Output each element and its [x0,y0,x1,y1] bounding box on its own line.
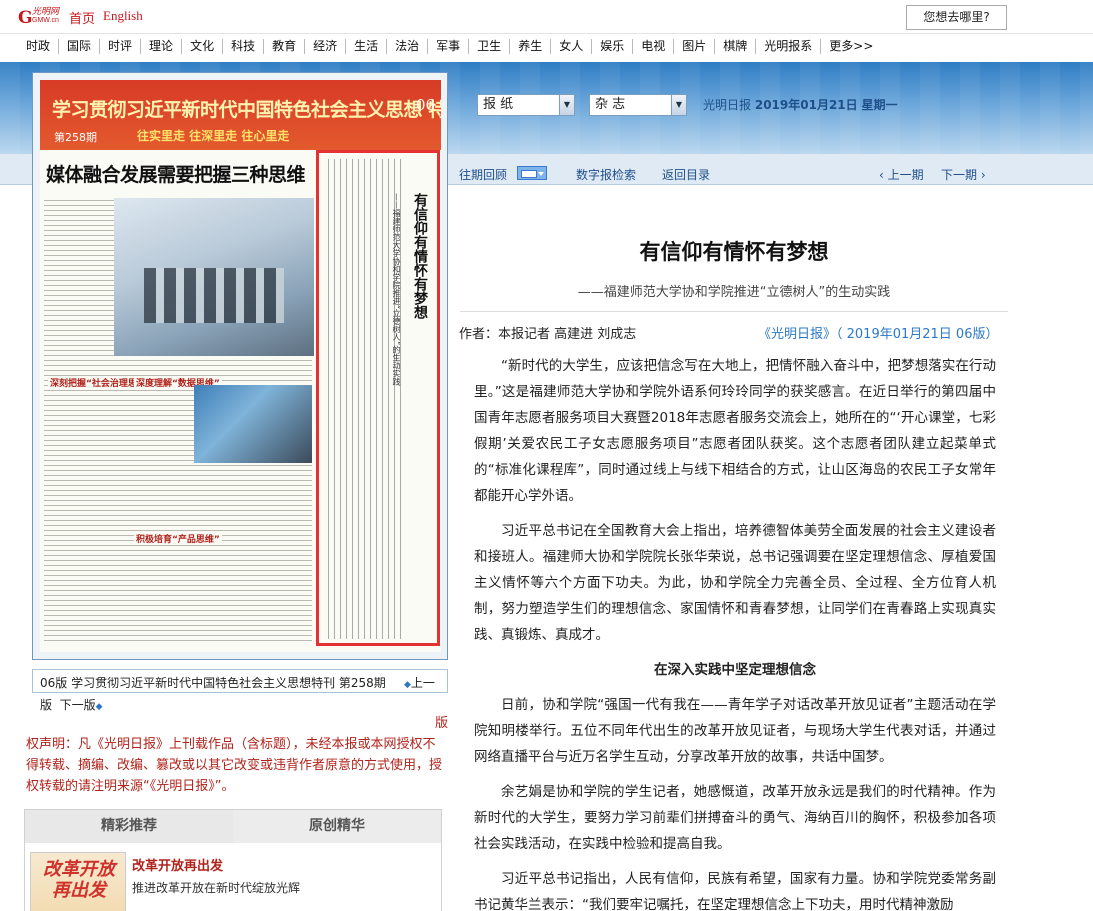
where-to-go-button[interactable]: 您想去哪里? [906,5,1007,30]
site-logo[interactable]: G 光明网 GMW.cn [18,6,62,28]
article-author: 作者：本报记者 高建进 刘成志 [459,327,637,342]
page-header-band: 学习贯彻习近平新时代中国特色社会主义思想 特刊 第258期 往实里走 往深里走 … [40,80,441,150]
next-issue-link[interactable]: 下一期 › [941,166,986,183]
page-photo-computer-lab [114,198,314,356]
article-body: “新时代的大学生，应该把信念写在大地上，把情怀融入奋斗中，把梦想落实在行动里。”… [474,353,996,911]
magazine-select-value: 杂 志 [595,97,626,112]
article-paragraph: 习近平总书记在全国教育大会上指出，培养德智体美劳全面发展的社会主义建设者和接班人… [474,523,996,643]
article-divider [460,311,1008,312]
prev-page-link[interactable]: ◆上一 [404,674,435,691]
nav-item[interactable]: 图片 [674,39,716,54]
logo-script: 光明网 [32,7,60,17]
nav-item[interactable]: 理论 [141,39,183,54]
recommend-item-desc: 推进改革开放在新时代绽放光辉 [132,881,301,895]
copyright-text: 权声明：凡《光明日报》上刊载作品（含标题），未经本报或本网授权不得转载、摘编、改… [26,737,443,794]
arrow-left-icon: ◆ [404,680,411,690]
issue-date-line: 光明日报 2019年01月21日 星期一 [703,96,898,113]
arrow-right-icon: ◆ [95,702,103,712]
nav-item[interactable]: 文化 [182,39,224,54]
nav-item[interactable]: 法治 [387,39,429,54]
chevron-down-icon: ▼ [671,95,686,115]
english-link[interactable]: English [103,8,143,24]
article-paragraph: “新时代的大学生，应该把信念写在大地上，把情怀融入奋斗中，把梦想落实在行动里。”… [474,358,996,504]
page-photo-student [194,385,312,463]
nav-list: 时政 国际 时评 理论 文化 科技 教育 经济 生活 法治 军事 卫生 养生 女人 娱乐 电视 图片 棋牌 光明报系… [26,39,881,54]
copyright-notice: 版 权声明：凡《光明日报》上刊载作品（含标题），未经本报或本网授权不得转载、摘编… [26,713,448,797]
calendar-icon[interactable] [517,166,547,180]
page-section-label: 积极培育“产品思维” [134,532,222,545]
article-title: 有信仰有情怀有梦想 [639,240,829,264]
page-issue-no: 第258期 [54,131,97,144]
recommend-item-title[interactable]: 改革开放再出发 [132,855,223,874]
nav-item[interactable]: 时政 [26,39,60,54]
nav-item[interactable]: 光明报系 [756,39,822,54]
logo-sub: GMW.cn [32,17,59,24]
nav-item[interactable]: 卫生 [469,39,511,54]
next-page-link[interactable]: 下一版◆ [60,698,103,712]
prev-issue-link[interactable]: ‹ 上一期 [879,166,924,183]
selected-article-title: 有信仰有情怀有梦想 [412,193,428,319]
paper-select-value: 报 纸 [483,97,514,112]
caption-line2: 版 下一版◆ [40,696,103,713]
nav-item[interactable]: 棋牌 [715,39,757,54]
next-page-label: 下一版 [59,698,96,712]
nav-item[interactable]: 国际 [59,39,101,54]
home-link[interactable]: 首页 [69,8,95,27]
recommend-thumbnail-text: 改革开放 再出发 [43,859,115,901]
prev-page-label: 上一 [410,676,435,690]
article-paragraph: 习近平总书记指出，人民有信仰，民族有希望，国家有力量。协和学院党委常务副书记黄华… [474,871,996,911]
caption-line2-prefix: 版 [40,698,53,712]
nav-item[interactable]: 女人 [551,39,593,54]
nav-item[interactable]: 科技 [223,39,265,54]
page-header-title: 学习贯彻习近平新时代中国特色社会主义思想 特刊 [52,99,441,121]
digital-search-link[interactable]: 数字报检索 [576,166,636,183]
recommend-thumbnail[interactable]: 改革开放 再出发 [30,852,126,911]
back-issue-link[interactable]: 往期回顾 [459,166,507,183]
top-bar: G 光明网 GMW.cn 首页 English 您想去哪里? [0,0,1093,33]
page-headline: 媒体融合发展需要把握三种思维 [46,164,306,186]
article-paragraph: 余艺娟是协和学院的学生记者，她感慨道，改革开放永远是我们的时代精神。作为新时代的… [474,784,996,852]
article-paragraph: 日前，协和学院“强国一代有我在——青年学子对话改革开放见证者”主题活动在学院知明… [474,697,996,765]
chevron-down-icon: ▼ [559,95,574,115]
channel-nav: 时政 国际 时评 理论 文化 科技 教育 经济 生活 法治 军事 卫生 养生 女人 娱乐 电视 图片 棋牌 光明报系… [0,33,1093,61]
paper-select[interactable]: 报 纸 ▼ [477,94,575,116]
nav-item[interactable]: 时评 [100,39,142,54]
magazine-select[interactable]: 杂 志 ▼ [589,94,687,116]
tab-original[interactable]: 原创精华 [233,810,441,843]
issue-weekday: 星期一 [861,98,898,112]
nav-item[interactable]: 娱乐 [592,39,634,54]
issue-date: 2019年01月21日 [754,98,858,112]
page-slogan: 往实里走 往深里走 往心里走 [137,129,290,143]
nav-item[interactable]: 更多>> [821,39,881,54]
nav-item[interactable]: 教育 [264,39,306,54]
paper-name: 光明日报 [703,98,752,112]
page-caption: 06版 学习贯彻习近平新时代中国特色社会主义思想特刊 第258期 [40,676,386,690]
nav-item[interactable]: 电视 [633,39,675,54]
selected-article-sub: ——福建师范大学协和学院推进“立德树人”的生动实践 [392,193,401,386]
logo-mark: G [18,8,33,28]
article-subtitle: ——福建师范大学协和学院推进“立德树人”的生动实践 [577,285,891,300]
back-to-contents-link[interactable]: 返回目录 [662,166,710,183]
tab-featured[interactable]: 精彩推荐 [25,810,233,843]
newspaper-page-image[interactable]: 学习贯彻习近平新时代中国特色社会主义思想 特刊 第258期 往实里走 往深里走 … [40,80,441,652]
article-source-link[interactable]: 《光明日报》（ 2019年01月21日 06版） [758,323,998,342]
nav-item[interactable]: 经济 [305,39,347,54]
copyright-lead: 版 [434,716,448,731]
nav-item[interactable]: 生活 [346,39,388,54]
selected-article-box[interactable]: ——福建师范大学协和学院推进“立德树人”的生动实践 有信仰有情怀有梦想 [316,150,440,646]
nav-item[interactable]: 军事 [428,39,470,54]
nav-item[interactable]: 养生 [510,39,552,54]
article-subheading: 在深入实践中坚定理想信念 [654,662,816,678]
page-number: 06 [416,96,436,114]
